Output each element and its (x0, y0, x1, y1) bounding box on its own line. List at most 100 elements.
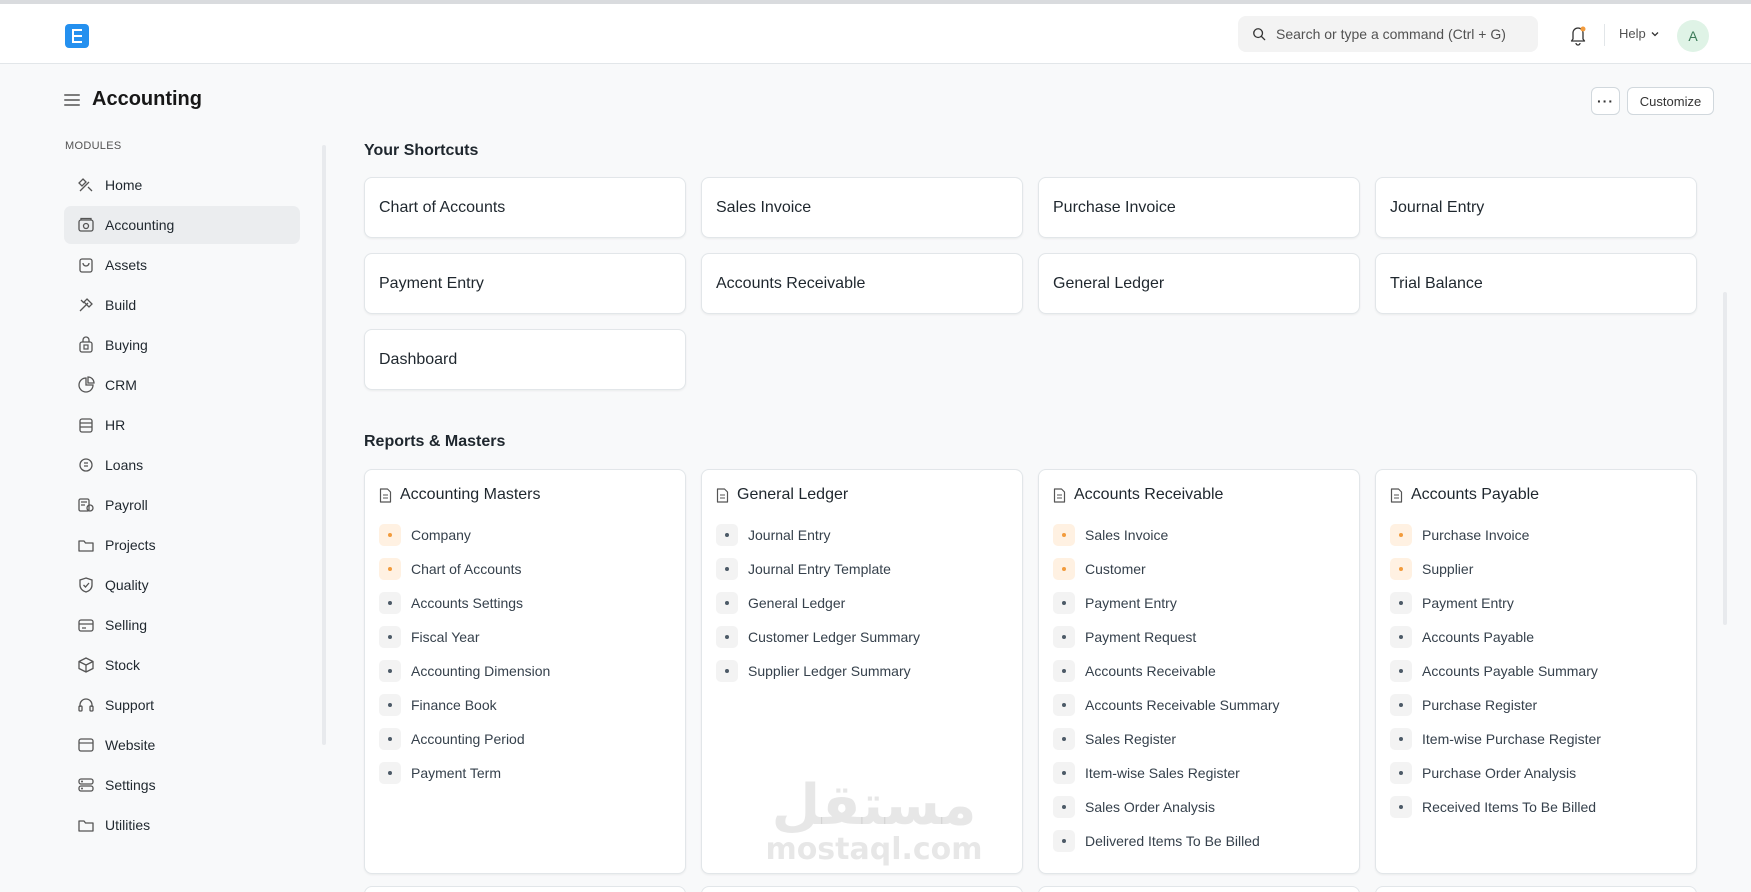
report-link[interactable]: Chart of Accounts (379, 552, 671, 586)
card-header: Accounts Payable (1390, 486, 1682, 504)
report-link[interactable]: Customer (1053, 552, 1345, 586)
report-link[interactable]: Fiscal Year (379, 620, 671, 654)
report-link[interactable]: General Ledger (716, 586, 1008, 620)
shortcut-card[interactable]: Sales Invoice (701, 177, 1023, 238)
report-link-label: Customer (1085, 561, 1146, 577)
link-dot-icon (1390, 558, 1412, 580)
link-dot-icon (379, 592, 401, 614)
shortcut-card[interactable]: Payment Entry (364, 253, 686, 314)
report-card: Accounts Payable Purchase Invoice Supplier… (1375, 469, 1697, 874)
link-dot-icon (379, 524, 401, 546)
sidebar-item-support[interactable]: Support (64, 686, 300, 724)
app-logo[interactable] (65, 24, 89, 48)
avatar[interactable]: A (1677, 20, 1709, 52)
report-link[interactable]: Journal Entry (716, 518, 1008, 552)
shortcut-card[interactable]: Accounts Receivable (701, 253, 1023, 314)
customize-button[interactable]: Customize (1627, 87, 1714, 115)
sidebar-item-loans[interactable]: Loans (64, 446, 300, 484)
report-link[interactable]: Accounts Receivable (1053, 654, 1345, 688)
search-input[interactable] (1276, 26, 1526, 42)
report-link[interactable]: Sales Register (1053, 722, 1345, 756)
report-link[interactable]: Accounting Dimension (379, 654, 671, 688)
sidebar-item-quality[interactable]: Quality (64, 566, 300, 604)
report-link[interactable]: Accounting Period (379, 722, 671, 756)
link-dot-icon (1053, 728, 1075, 750)
report-link-label: Item-wise Purchase Register (1422, 731, 1601, 747)
report-link[interactable]: Sales Invoice (1053, 518, 1345, 552)
report-link[interactable]: Delivered Items To Be Billed (1053, 824, 1345, 858)
report-link-label: Finance Book (411, 697, 497, 713)
page-title: Accounting (92, 88, 202, 110)
report-link[interactable]: Sales Order Analysis (1053, 790, 1345, 824)
sidebar-item-stock[interactable]: Stock (64, 646, 300, 684)
card-title[interactable]: General Ledger (737, 486, 848, 504)
shortcut-card[interactable]: Trial Balance (1375, 253, 1697, 314)
link-dot-icon (379, 626, 401, 648)
sidebar-item-assets[interactable]: Assets (64, 246, 300, 284)
report-link[interactable]: Payment Entry (1053, 586, 1345, 620)
main-scrollbar[interactable] (1723, 292, 1727, 625)
report-link[interactable]: Supplier Ledger Summary (716, 654, 1008, 688)
card-title[interactable]: Accounts Receivable (1074, 486, 1223, 504)
loans-icon (79, 458, 93, 472)
search-bar[interactable] (1238, 16, 1538, 52)
report-link-label: Accounting Period (411, 731, 525, 747)
sidebar-item-selling[interactable]: Selling (64, 606, 300, 644)
report-link[interactable]: Accounts Settings (379, 586, 671, 620)
report-link-label: Accounts Settings (411, 595, 524, 611)
sidebar-item-home[interactable]: Home (64, 166, 300, 204)
report-link[interactable]: Purchase Invoice (1390, 518, 1682, 552)
card-title[interactable]: Accounting Masters (400, 486, 541, 504)
shortcut-card[interactable]: Dashboard (364, 329, 686, 390)
shortcut-card[interactable]: Purchase Invoice (1038, 177, 1360, 238)
sidebar-item-accounting[interactable]: Accounting (64, 206, 300, 244)
shortcuts-title: Your Shortcuts (364, 142, 479, 159)
report-link[interactable]: Payment Term (379, 756, 671, 790)
report-link[interactable]: Purchase Order Analysis (1390, 756, 1682, 790)
sidebar-item-payroll[interactable]: Payroll (64, 486, 300, 524)
report-link[interactable]: Purchase Register (1390, 688, 1682, 722)
link-dot-icon (379, 558, 401, 580)
report-link-label: Purchase Register (1422, 697, 1538, 713)
report-link[interactable]: Payment Entry (1390, 586, 1682, 620)
sidebar-item-label: Utilities (105, 817, 151, 833)
report-link-label: Sales Order Analysis (1085, 799, 1215, 815)
report-link[interactable]: Supplier (1390, 552, 1682, 586)
sidebar-scrollbar[interactable] (322, 145, 326, 745)
report-link-label: General Ledger (748, 595, 846, 611)
report-link[interactable]: Received Items To Be Billed (1390, 790, 1682, 824)
report-link[interactable]: Accounts Payable Summary (1390, 654, 1682, 688)
notification-bell-icon[interactable] (1568, 24, 1588, 46)
report-link[interactable]: Payment Request (1053, 620, 1345, 654)
report-card: Accounts Receivable Sales Invoice Customer… (1038, 469, 1360, 874)
report-link[interactable]: Accounts Receivable Summary (1053, 688, 1345, 722)
sidebar-item-buying[interactable]: Buying (64, 326, 300, 364)
shortcut-card[interactable]: Journal Entry (1375, 177, 1697, 238)
sidebar-item-utilities[interactable]: Utilities (64, 806, 300, 844)
report-link[interactable]: Company (379, 518, 671, 552)
report-link[interactable]: Finance Book (379, 688, 671, 722)
report-link[interactable]: Item-wise Purchase Register (1390, 722, 1682, 756)
help-dropdown[interactable]: Help (1619, 26, 1660, 41)
sidebar-item-crm[interactable]: CRM (64, 366, 300, 404)
sidebar-item-settings[interactable]: Settings (64, 766, 300, 804)
report-link[interactable]: Customer Ledger Summary (716, 620, 1008, 654)
card-header: General Ledger (716, 486, 1008, 504)
sidebar-item-hr[interactable]: HR (64, 406, 300, 444)
shortcut-card[interactable]: Chart of Accounts (364, 177, 686, 238)
assets-icon (79, 258, 93, 273)
report-link-label: Received Items To Be Billed (1422, 799, 1597, 815)
card-title[interactable]: Accounts Payable (1411, 486, 1539, 504)
sidebar-item-website[interactable]: Website (64, 726, 300, 764)
sidebar-item-projects[interactable]: Projects (64, 526, 300, 564)
report-link[interactable]: Item-wise Sales Register (1053, 756, 1345, 790)
shortcut-card[interactable]: General Ledger (1038, 253, 1360, 314)
link-dot-icon (1390, 660, 1412, 682)
more-actions-button[interactable]: ··· (1591, 87, 1620, 115)
shortcuts-grid: Chart of Accounts Sales Invoice Purchase I… (364, 177, 1698, 390)
report-link[interactable]: Accounts Payable (1390, 620, 1682, 654)
report-link[interactable]: Journal Entry Template (716, 552, 1008, 586)
sidebar-item-build[interactable]: Build (64, 286, 300, 324)
sidebar-toggle-icon[interactable] (64, 93, 80, 106)
sidebar-item-label: Home (105, 177, 143, 193)
